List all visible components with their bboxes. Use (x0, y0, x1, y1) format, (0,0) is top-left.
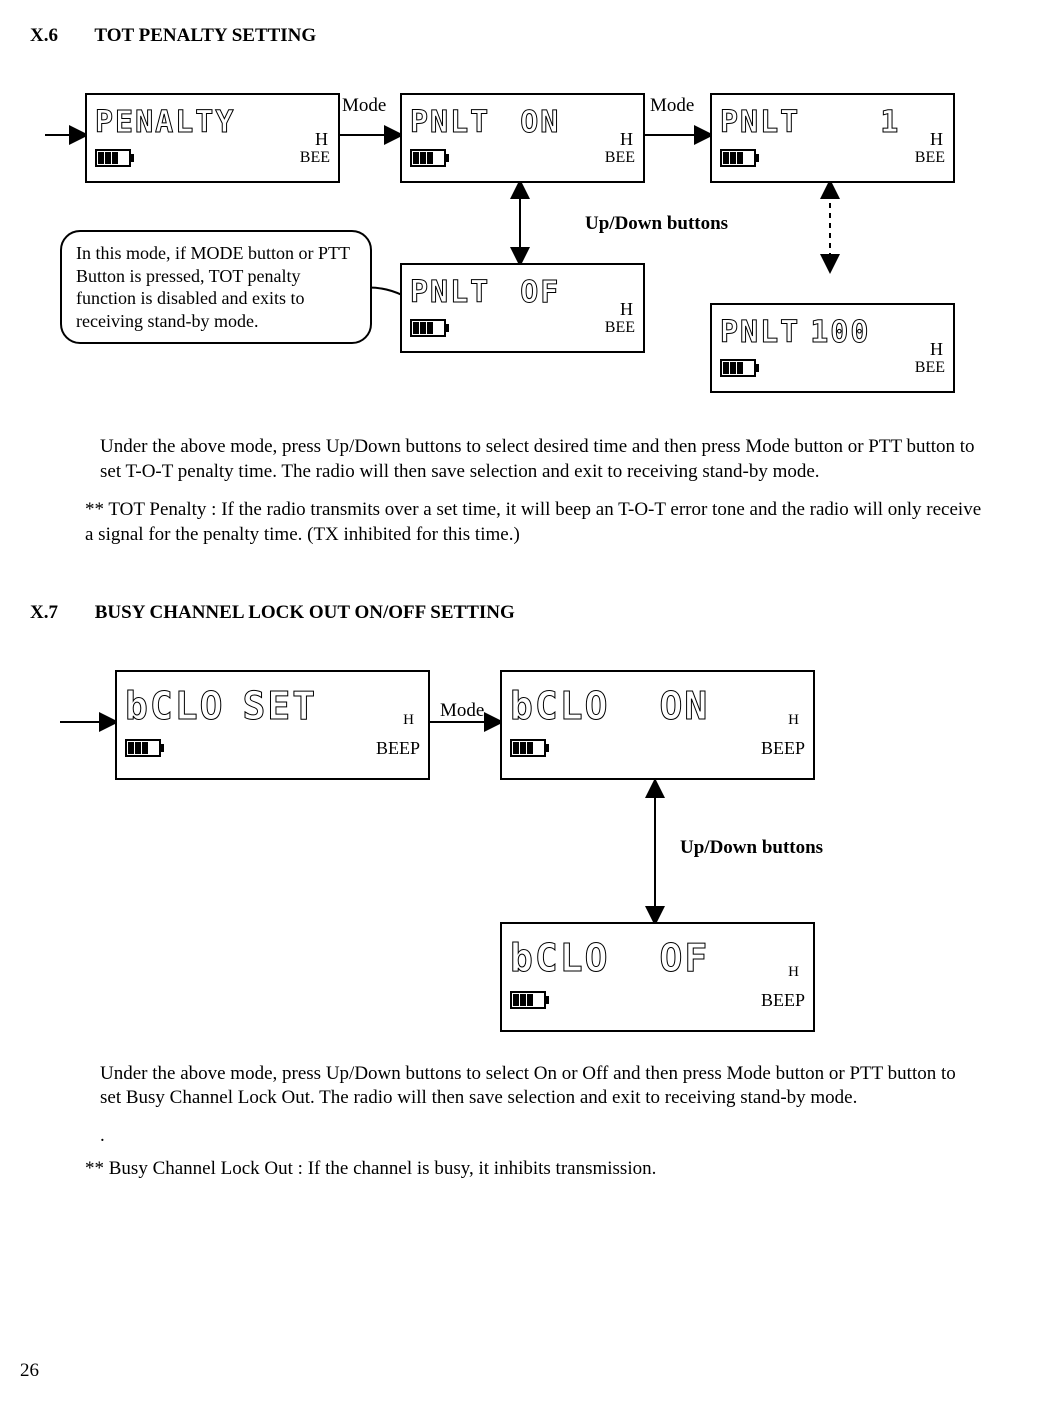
lcd-bclo-on: bCLO ON H BEEP (500, 670, 815, 780)
battery-icon (95, 149, 131, 167)
lcd-pnlt-of-value: OF (520, 278, 560, 308)
lcd-pnlt-100-beep: BEE (915, 359, 945, 377)
x7-mode-label: Mode (440, 700, 484, 722)
section-x6-number: X.6 (30, 25, 90, 47)
page-number: 26 (20, 1360, 39, 1382)
lcd-bclo-set-text: bCLO (125, 687, 225, 725)
battery-icon (410, 319, 446, 337)
lcd-bclo-of: bCLO OF H BEEP (500, 922, 815, 1032)
lcd-penalty-text: PENALTY (95, 108, 235, 138)
lcd-pnlt-100: PNLT 100 H BEE (710, 303, 955, 393)
battery-icon (125, 739, 161, 757)
lcd-bclo-of-beep: BEEP (761, 990, 805, 1011)
lcd-pnlt-on-value: ON (520, 108, 560, 138)
battery-icon (720, 359, 756, 377)
lcd-pnlt-100-h: H (930, 339, 943, 360)
lcd-bclo-set-beep: BEEP (376, 738, 420, 759)
section-x7-title: BUSY CHANNEL LOCK OUT ON/OFF SETTING (95, 602, 515, 623)
x6-callout-text: In this mode, if MODE button or PTT Butt… (76, 243, 350, 331)
lcd-bclo-on-h: H (788, 712, 799, 729)
battery-icon (410, 149, 446, 167)
battery-icon (510, 739, 546, 757)
x7-dot: . (100, 1125, 1023, 1147)
x6-def-label: ** TOT Penalty : (85, 499, 221, 520)
lcd-pnlt-of-h: H (620, 299, 633, 320)
lcd-pnlt-of-text: PNLT (410, 278, 490, 308)
x6-mode-label-2: Mode (650, 95, 694, 117)
lcd-bclo-set-right: SET (243, 687, 318, 725)
lcd-pnlt-on-beep: BEE (605, 149, 635, 167)
lcd-pnlt-100-value: 100 (810, 318, 870, 348)
lcd-pnlt-on-h: H (620, 129, 633, 150)
x7-updown-label: Up/Down buttons (680, 837, 823, 859)
lcd-pnlt-of: PNLT OF H BEE (400, 263, 645, 353)
x7-diagram: Mode Up/Down buttons bCLO SET H BEEP bCL… (30, 642, 1023, 1062)
battery-icon (720, 149, 756, 167)
lcd-pnlt-100-text: PNLT (720, 318, 800, 348)
x6-diagram: Mode Mode Up/Down buttons PENALTY H BEE … (30, 65, 1023, 435)
lcd-bclo-on-right: ON (660, 687, 710, 725)
battery-icon (510, 991, 546, 1009)
lcd-bclo-set-h: H (403, 712, 414, 729)
lcd-bclo-set: bCLO SET H BEEP (115, 670, 430, 780)
section-x6-title: TOT PENALTY SETTING (94, 25, 316, 46)
lcd-penalty-beep: BEE (300, 149, 330, 167)
lcd-bclo-on-beep: BEEP (761, 738, 805, 759)
lcd-bclo-of-right: OF (660, 939, 710, 977)
lcd-pnlt-1-value: 1 (880, 108, 900, 138)
lcd-bclo-on-text: bCLO (510, 687, 610, 725)
x7-definition: ** Busy Channel Lock Out : If the channe… (85, 1157, 985, 1182)
x6-callout: In this mode, if MODE button or PTT Butt… (60, 230, 372, 344)
x6-paragraph-1: Under the above mode, press Up/Down butt… (100, 435, 980, 484)
lcd-penalty-h: H (315, 129, 328, 150)
lcd-pnlt-on: PNLT ON H BEE (400, 93, 645, 183)
section-x6-heading: X.6 TOT PENALTY SETTING (30, 25, 1023, 47)
x6-mode-label-1: Mode (342, 95, 386, 117)
lcd-pnlt-1-text: PNLT (720, 108, 800, 138)
lcd-pnlt-1: PNLT 1 H BEE (710, 93, 955, 183)
section-x7-heading: X.7 BUSY CHANNEL LOCK OUT ON/OFF SETTING (30, 602, 1023, 624)
lcd-pnlt-of-beep: BEE (605, 319, 635, 337)
x7-paragraph-1: Under the above mode, press Up/Down butt… (100, 1062, 980, 1111)
lcd-bclo-of-text: bCLO (510, 939, 610, 977)
lcd-pnlt-on-text: PNLT (410, 108, 490, 138)
x6-definition: ** TOT Penalty : If the radio transmits … (85, 498, 985, 547)
section-x7-number: X.7 (30, 602, 90, 624)
lcd-pnlt-1-beep: BEE (915, 149, 945, 167)
x6-updown-label: Up/Down buttons (585, 213, 728, 235)
lcd-bclo-of-h: H (788, 964, 799, 981)
lcd-penalty: PENALTY H BEE (85, 93, 340, 183)
lcd-pnlt-1-h: H (930, 129, 943, 150)
